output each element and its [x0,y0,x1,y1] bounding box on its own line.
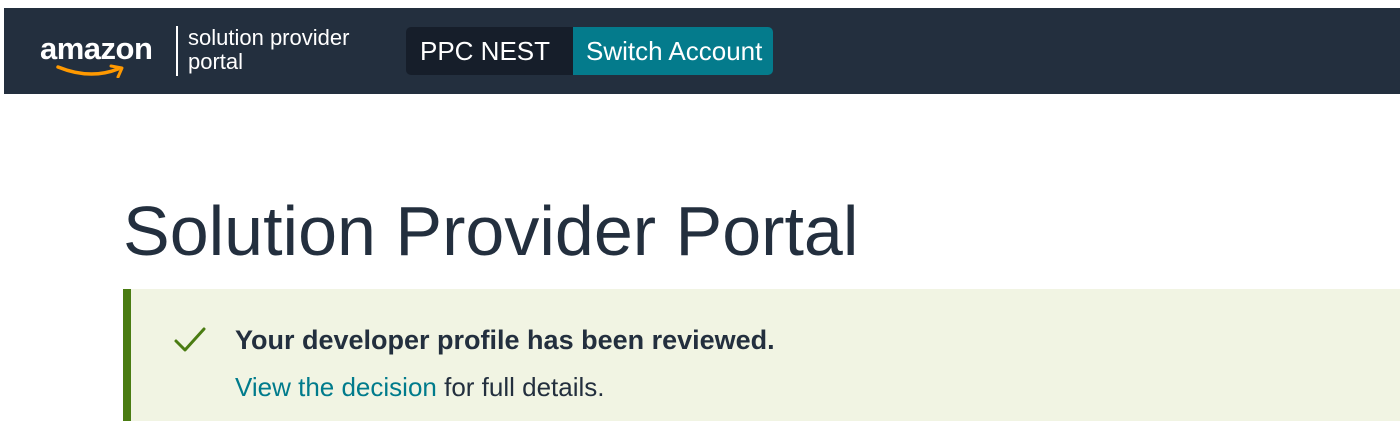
check-icon [174,327,206,352]
top-navigation-bar: amazon solution provider portal PPC NEST… [4,8,1400,94]
logo-subtitle: solution provider portal [188,26,388,74]
alert-heading: Your developer profile has been reviewed… [235,325,775,355]
logo-subtitle-line2: portal [188,49,244,74]
logo-subtitle-line1: solution provider [188,25,350,50]
amazon-solution-provider-portal-logo[interactable]: amazon solution provider portal [40,26,380,78]
app-frame: amazon solution provider portal PPC NEST… [0,0,1400,421]
view-decision-link[interactable]: View the decision [235,372,437,402]
page-title: Solution Provider Portal [123,192,859,270]
current-account-name: PPC NEST [406,27,574,75]
amazon-smile-icon [56,64,124,78]
success-alert: Your developer profile has been reviewed… [123,289,1400,421]
alert-body-text: for full details. [436,372,605,402]
alert-body: View the decision for full details. [235,371,605,403]
logo-wordmark: amazon [40,31,153,66]
switch-account-button[interactable]: Switch Account [573,27,774,75]
logo-divider [176,26,178,76]
account-switcher: PPC NEST Switch Account [406,27,774,75]
